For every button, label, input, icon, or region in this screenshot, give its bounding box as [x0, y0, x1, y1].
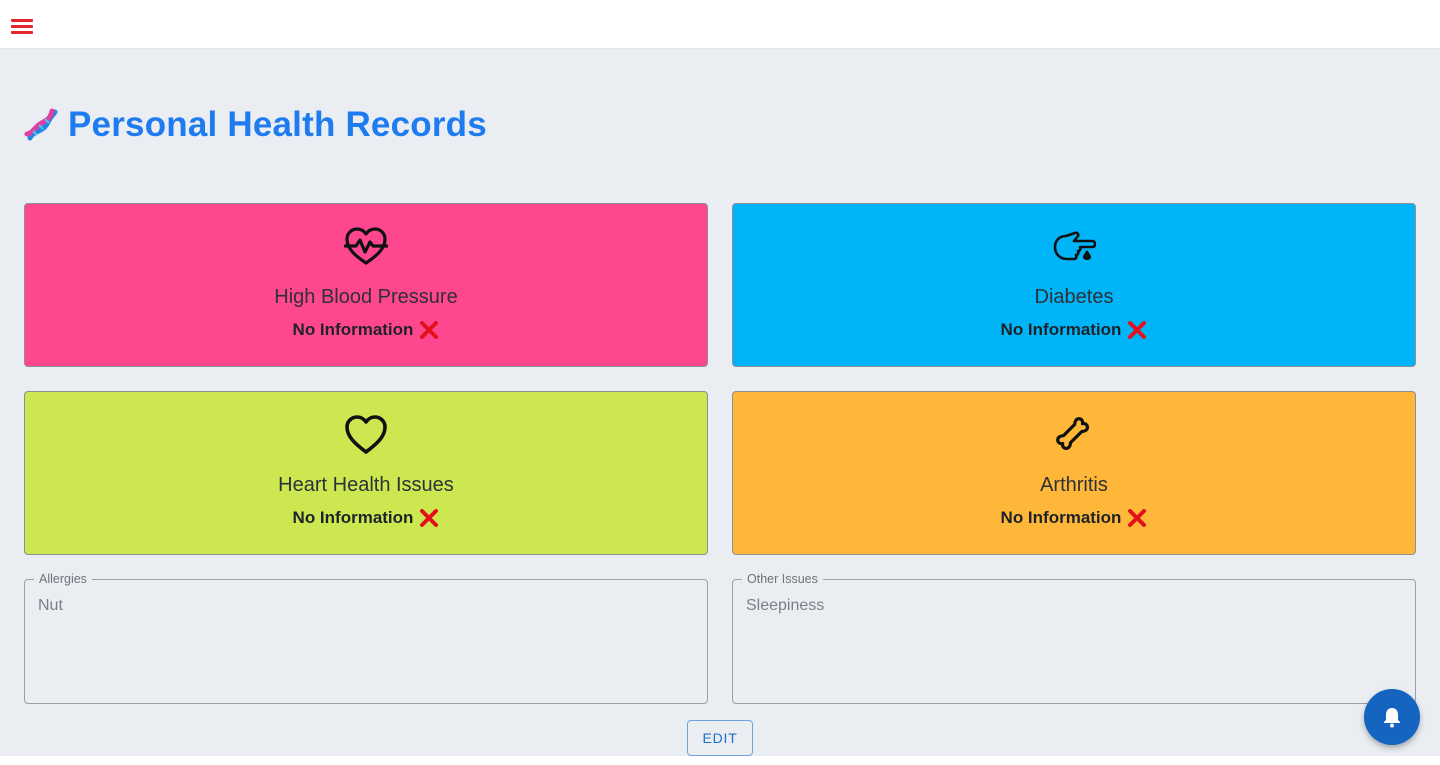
page-title-text: Personal Health Records [68, 105, 487, 144]
hamburger-menu-icon[interactable] [8, 13, 36, 39]
page-title: Personal Health Records [24, 105, 487, 145]
bone-icon [1051, 412, 1097, 458]
dna-icon [24, 108, 58, 141]
status-text: No Information [292, 508, 414, 527]
condition-card-diabetes[interactable]: Diabetes No Information [732, 203, 1416, 367]
other-issues-value: Sleepiness [746, 597, 825, 614]
status-badge: No Information [1001, 508, 1148, 528]
heart-pulse-icon [343, 224, 389, 270]
condition-label: High Blood Pressure [274, 286, 458, 308]
allergies-value: Nut [38, 597, 63, 614]
cross-mark-icon [420, 509, 439, 527]
condition-card-arthritis[interactable]: Arthritis No Information [732, 391, 1416, 555]
cross-mark-icon [1128, 509, 1147, 527]
status-badge: No Information [1001, 320, 1148, 340]
cross-mark-icon [1128, 321, 1147, 339]
notification-fab[interactable] [1364, 689, 1420, 745]
condition-label: Heart Health Issues [278, 474, 454, 496]
edit-button[interactable]: EDIT [687, 720, 753, 756]
other-issues-field[interactable]: Other Issues Sleepiness [732, 572, 1416, 704]
condition-card-high-blood-pressure[interactable]: High Blood Pressure No Information [24, 203, 708, 367]
hand-drop-icon [1051, 224, 1097, 270]
condition-label: Diabetes [1034, 286, 1114, 308]
other-issues-label: Other Issues [742, 572, 823, 586]
status-text: No Information [1000, 508, 1122, 527]
status-text: No Information [1000, 320, 1122, 339]
cross-mark-icon [420, 321, 439, 339]
condition-card-heart-health[interactable]: Heart Health Issues No Information [24, 391, 708, 555]
bell-icon [1384, 708, 1400, 728]
condition-label: Arthritis [1040, 474, 1108, 496]
bottom-strip [0, 756, 1440, 765]
status-badge: No Information [293, 508, 440, 528]
top-app-bar [0, 0, 1440, 49]
main-content: Personal Health Records High Blood Press… [0, 49, 1440, 756]
allergies-field[interactable]: Allergies Nut [24, 572, 708, 704]
heart-outline-icon [343, 412, 389, 458]
status-badge: No Information [293, 320, 440, 340]
status-text: No Information [292, 320, 414, 339]
allergies-label: Allergies [34, 572, 92, 586]
